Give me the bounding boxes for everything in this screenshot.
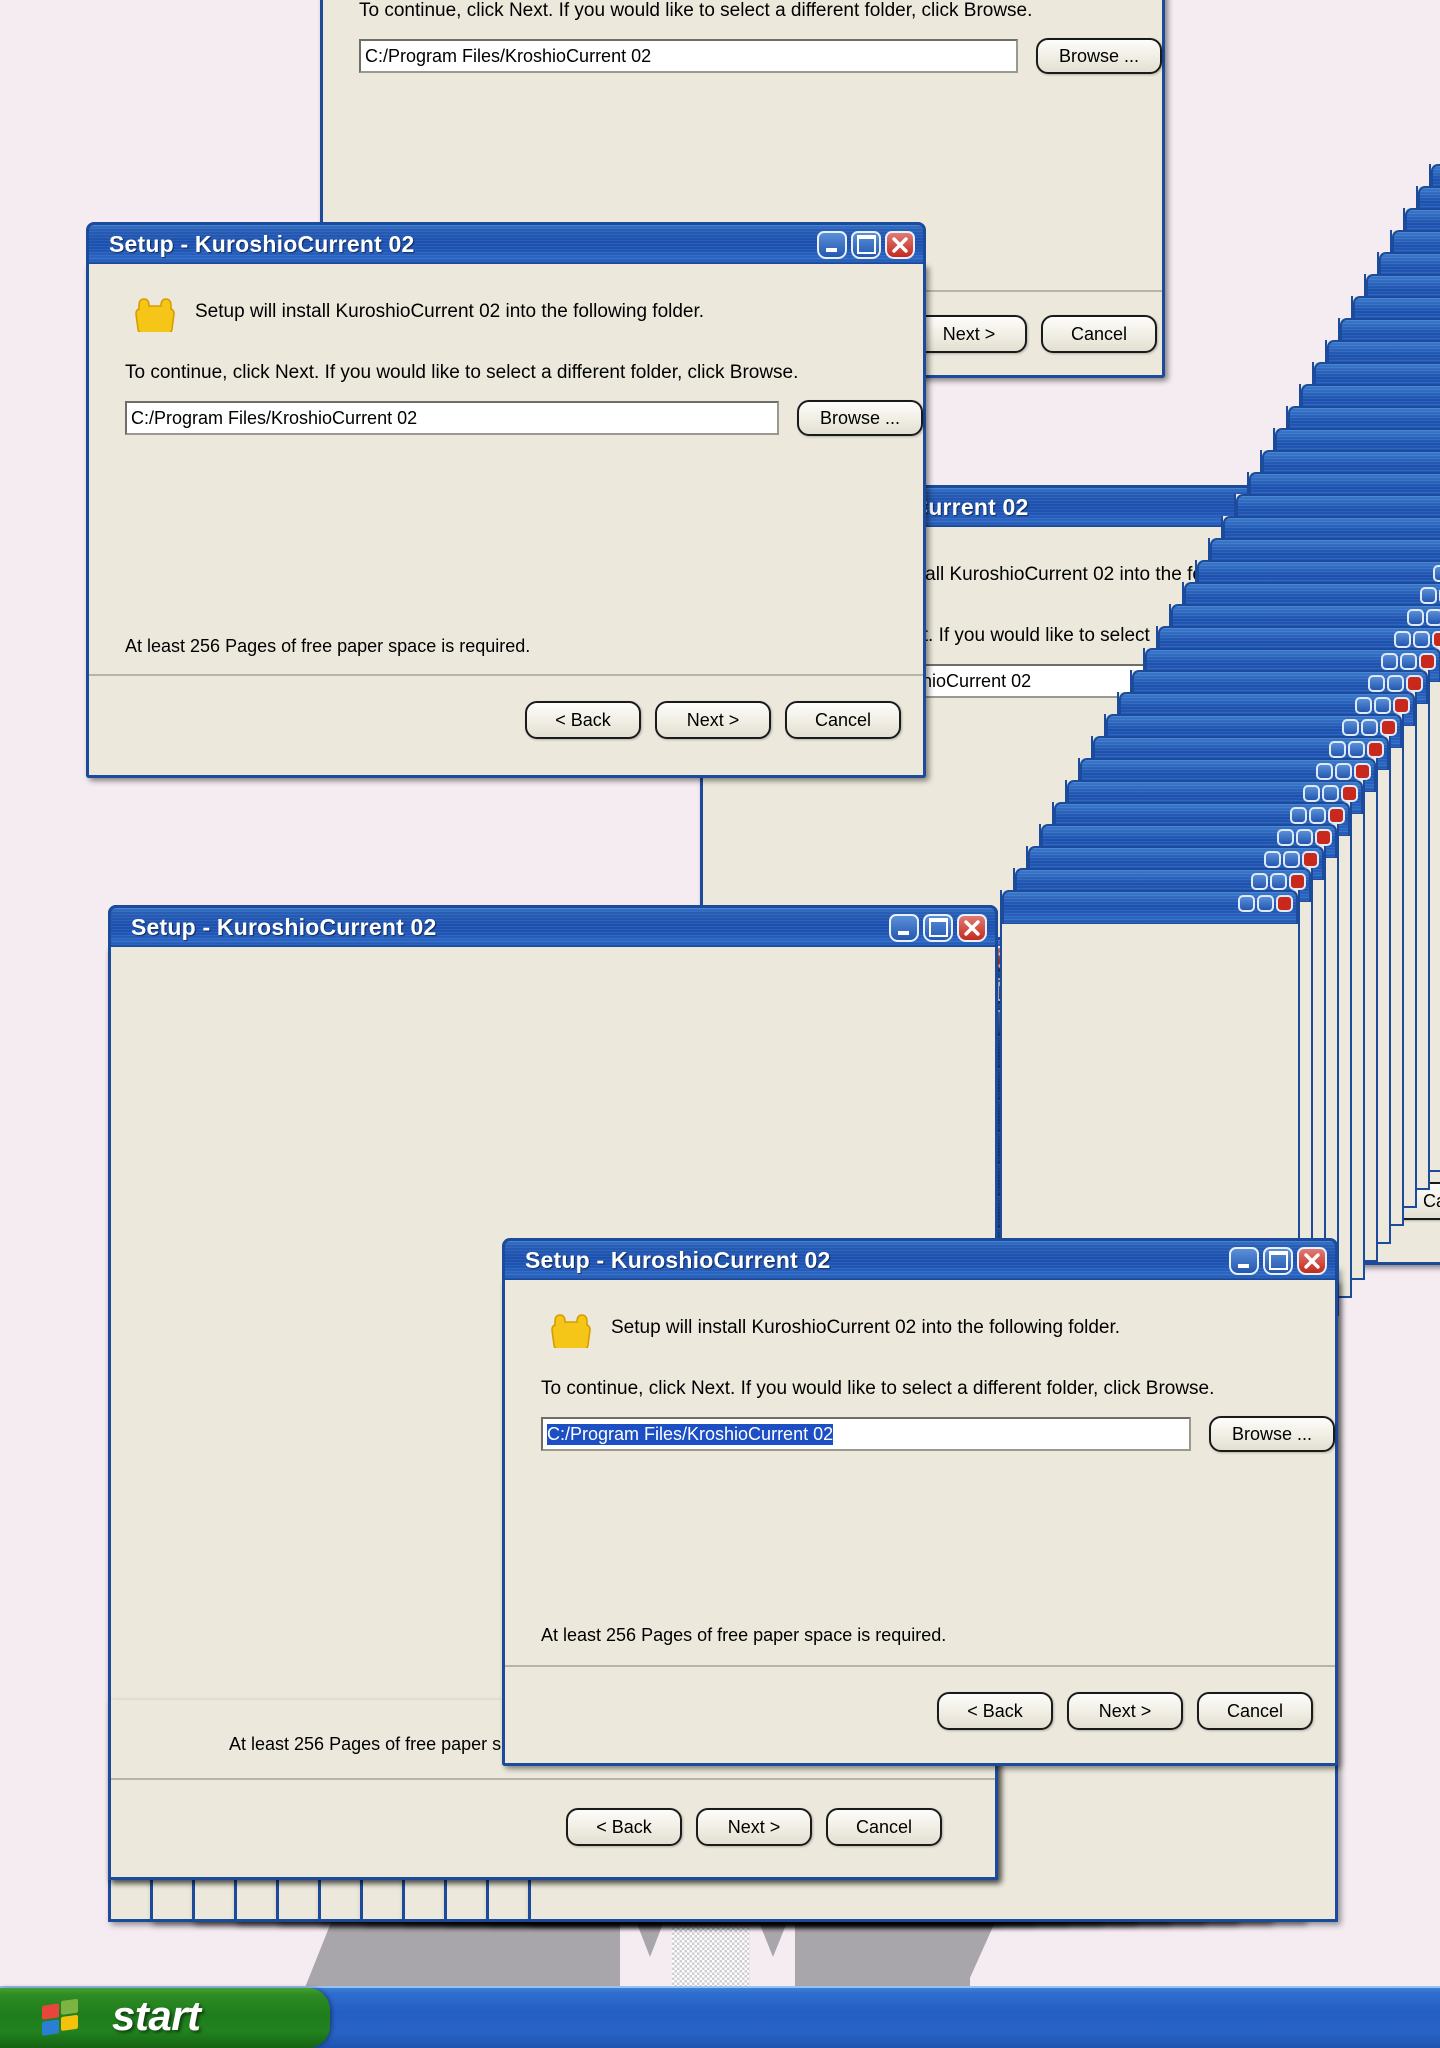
instruction-text-front: To continue, click Next. If you would li… <box>541 1378 1215 1399</box>
browse-button-front[interactable]: Browse ... <box>1209 1416 1335 1452</box>
setup-window-front[interactable]: Setup - KuroshioCurrent 02 Setup will in… <box>502 1238 1338 1766</box>
close-icon[interactable] <box>1289 873 1306 890</box>
next-button-front[interactable]: Next > <box>1067 1692 1183 1730</box>
setup-window-front-body: Setup will install KuroshioCurrent 02 in… <box>502 1280 1338 1766</box>
desktop: To continue, click Next. If you would li… <box>0 0 1440 2048</box>
folder-path-input-front[interactable]: C:/Program Files/KroshioCurrent 02 <box>541 1417 1191 1451</box>
titlebar-front[interactable]: Setup - KuroshioCurrent 02 <box>502 1238 1338 1280</box>
windows-flag-icon <box>42 1998 78 2036</box>
minimize-icon[interactable] <box>1251 873 1268 890</box>
window-controls-diagonal-3 <box>1264 851 1319 868</box>
header-row-front: Setup will install KuroshioCurrent 02 in… <box>505 1280 1335 1348</box>
cancel-button-bottom-large-2[interactable]: Cancel <box>826 1808 942 1846</box>
footer-divider-front <box>505 1665 1335 1667</box>
close-icon[interactable] <box>1315 829 1332 846</box>
window-controls-bottom-large <box>889 913 987 942</box>
window-controls-front <box>1229 1246 1327 1275</box>
minimize-icon[interactable] <box>1229 1246 1259 1275</box>
folder-path-row-front: C:/Program Files/KroshioCurrent 02 Brows… <box>505 1400 1335 1452</box>
folder-path-selected-text: C:/Program Files/KroshioCurrent 02 <box>547 1423 834 1445</box>
maximize-icon[interactable] <box>1283 851 1300 868</box>
maximize-icon[interactable] <box>1270 873 1287 890</box>
footer-divider-bottom-large-visible <box>111 1778 995 1780</box>
close-icon[interactable] <box>1297 1246 1327 1275</box>
maximize-icon[interactable] <box>923 913 953 942</box>
window-title-front: Setup - KuroshioCurrent 02 <box>525 1247 831 1273</box>
window-controls-diagonal-1 <box>1238 895 1293 912</box>
minimize-icon[interactable] <box>889 913 919 942</box>
start-label: start <box>112 1992 201 2039</box>
titlebar-diagonal-1[interactable] <box>1002 890 1298 924</box>
titlebar-bottom-large[interactable]: Setup - KuroshioCurrent 02 <box>108 905 998 947</box>
next-button-bottom-large-2[interactable]: Next > <box>696 1808 812 1846</box>
maximize-icon[interactable] <box>1296 829 1313 846</box>
close-icon[interactable] <box>1276 895 1293 912</box>
window-title-bottom-large: Setup - KuroshioCurrent 02 <box>131 914 437 940</box>
minimize-icon[interactable] <box>1277 829 1294 846</box>
close-icon[interactable] <box>957 913 987 942</box>
maximize-icon[interactable] <box>1257 895 1274 912</box>
close-icon[interactable] <box>1302 851 1319 868</box>
start-button[interactable]: start <box>0 1988 330 2048</box>
cancel-button-front[interactable]: Cancel <box>1197 1692 1313 1730</box>
maximize-icon[interactable] <box>1263 1246 1293 1275</box>
back-button-bottom-large-2[interactable]: < Back <box>566 1808 682 1846</box>
window-controls-diagonal-2 <box>1251 873 1306 890</box>
minimize-icon[interactable] <box>1238 895 1255 912</box>
disk-space-status-front: At least 256 Pages of free paper space i… <box>541 1625 947 1645</box>
footer-buttons-bottom-large-visible: < Back Next > Cancel <box>566 1808 942 1846</box>
minimize-icon[interactable] <box>1264 851 1281 868</box>
taskbar[interactable]: start <box>0 1986 1440 2048</box>
folder-icon <box>551 1314 591 1348</box>
back-button-front[interactable]: < Back <box>937 1692 1053 1730</box>
install-heading-front: Setup will install KuroshioCurrent 02 in… <box>611 1317 1121 1338</box>
footer-buttons-front: < Back Next > Cancel <box>937 1692 1313 1730</box>
window-controls-diagonal-4 <box>1277 829 1332 846</box>
